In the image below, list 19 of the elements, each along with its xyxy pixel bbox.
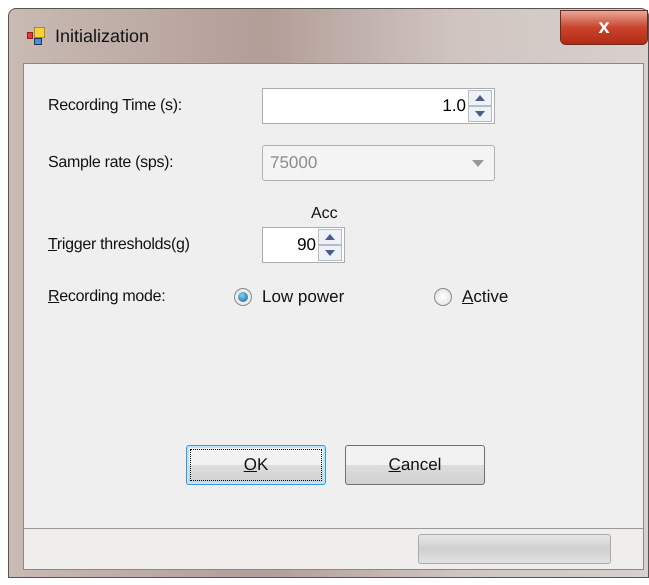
dialog-button[interactable]: Cancel: [345, 445, 485, 485]
recording-time-value[interactable]: 1.0: [263, 96, 468, 116]
field-label: Recording Time (s):: [48, 97, 183, 115]
recording-time-spinner[interactable]: 1.0: [262, 88, 495, 124]
dropdown-caret-icon: [472, 160, 484, 166]
column-header: Acc: [311, 205, 338, 223]
window-title: Initialization: [55, 26, 150, 46]
field-label: Sample rate (sps):: [48, 154, 174, 172]
close-button[interactable]: x: [560, 10, 648, 45]
spin-arrows-icon[interactable]: [318, 229, 342, 261]
dialog-button[interactable]: OK: [186, 445, 326, 485]
spin-arrows-icon[interactable]: [468, 90, 492, 122]
field-label: Recording mode:: [48, 288, 166, 306]
radio-option[interactable]: Active: [434, 287, 634, 307]
field-label: Trigger thresholds(g): [48, 236, 191, 254]
trigger-threshold-spinner[interactable]: 90: [262, 227, 345, 263]
radio-option[interactable]: Low power: [234, 287, 434, 307]
threshold-value[interactable]: 90: [263, 235, 318, 255]
app-icon: [27, 27, 47, 45]
